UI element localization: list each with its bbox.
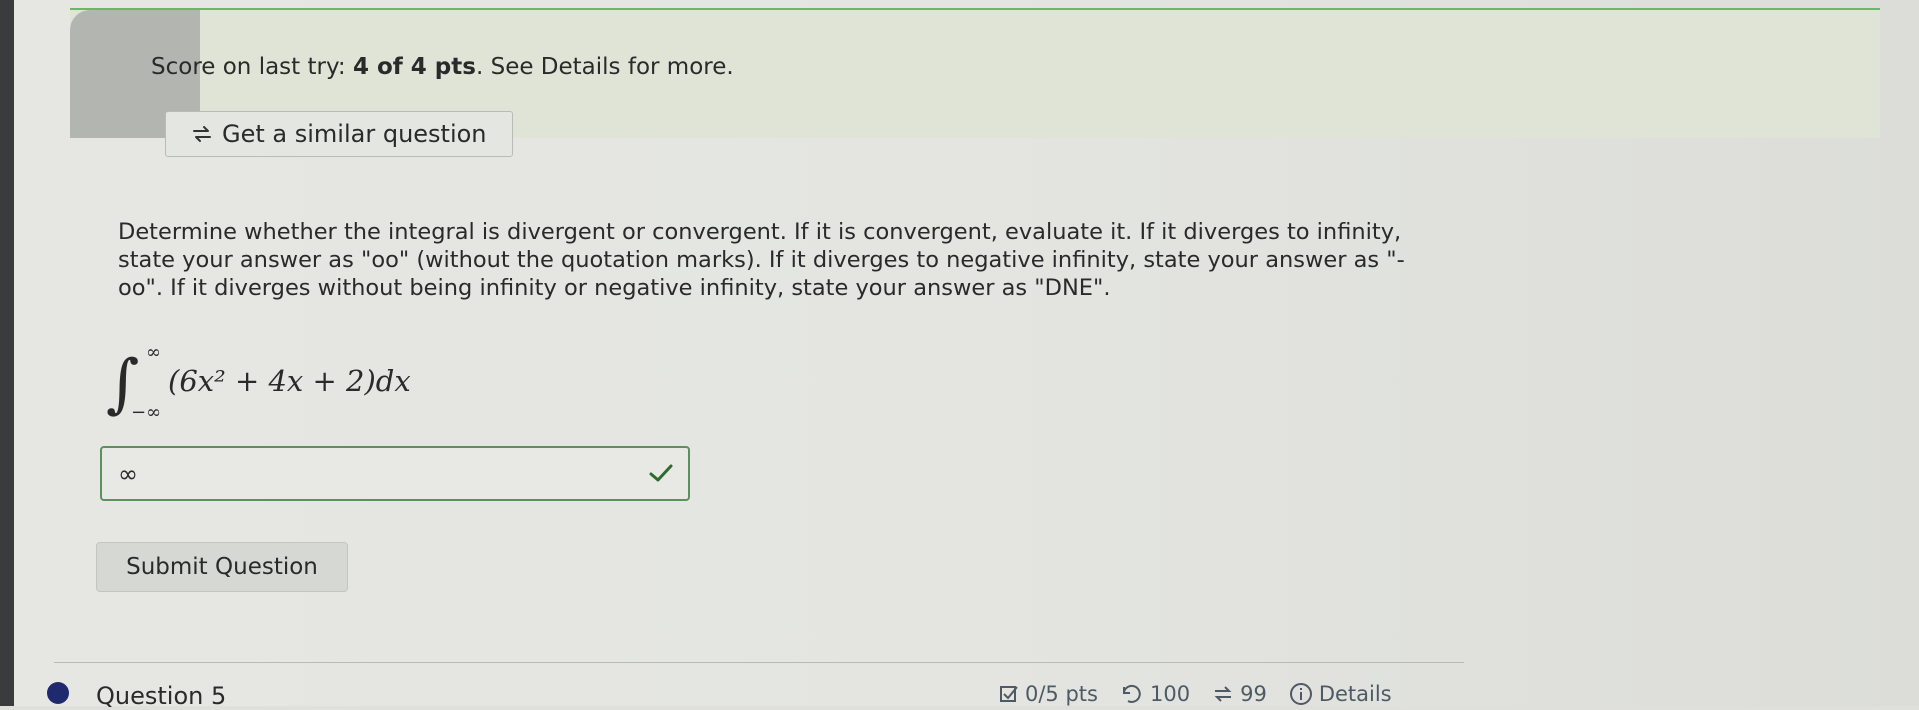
score-prefix: Score on last try: [151,54,353,80]
score-suffix: . See Details for more. [475,54,734,80]
integral-upper-limit: ∞ [146,342,161,363]
details-link[interactable]: Details [1289,682,1392,706]
retries-stat: 99 [1212,682,1267,706]
question-page: Score on last try: 4 of 4 pts. See Detai… [14,0,1919,710]
refresh-arrows-icon [193,126,211,142]
question-prompt: Determine whether the integral is diverg… [118,219,1405,301]
check-icon [649,464,673,482]
attempts-value: 100 [1149,682,1191,706]
question-status-dot [47,682,69,704]
retry-arrows-icon [1214,686,1232,702]
points-value: 0/5 pts [1025,682,1098,706]
answer-field[interactable]: ∞ [100,446,690,501]
similar-question-button[interactable]: Get a similar question [165,111,513,157]
integral-lower-limit: −∞ [131,402,162,423]
checkbox-icon [1000,686,1018,702]
info-icon [1289,683,1312,705]
integrand: (6x² + 4x + 2)dx [168,364,411,398]
question-stats: 0/5 pts 100 99 Details [999,682,1414,706]
submit-question-button[interactable]: Submit Question [96,542,348,592]
score-value: 4 of 4 pts [352,54,476,80]
points-stat: 0/5 pts [999,682,1098,706]
details-label: Details [1318,682,1392,706]
retries-value: 99 [1240,682,1267,706]
attempts-stat: 100 [1120,682,1190,706]
undo-icon [1122,685,1141,703]
answer-value: ∞ [118,460,138,488]
score-summary: Score on last try: 4 of 4 pts. See Detai… [151,54,734,80]
similar-question-label: Get a similar question [222,120,487,148]
question-divider [54,662,1464,663]
window-edge [0,0,14,706]
